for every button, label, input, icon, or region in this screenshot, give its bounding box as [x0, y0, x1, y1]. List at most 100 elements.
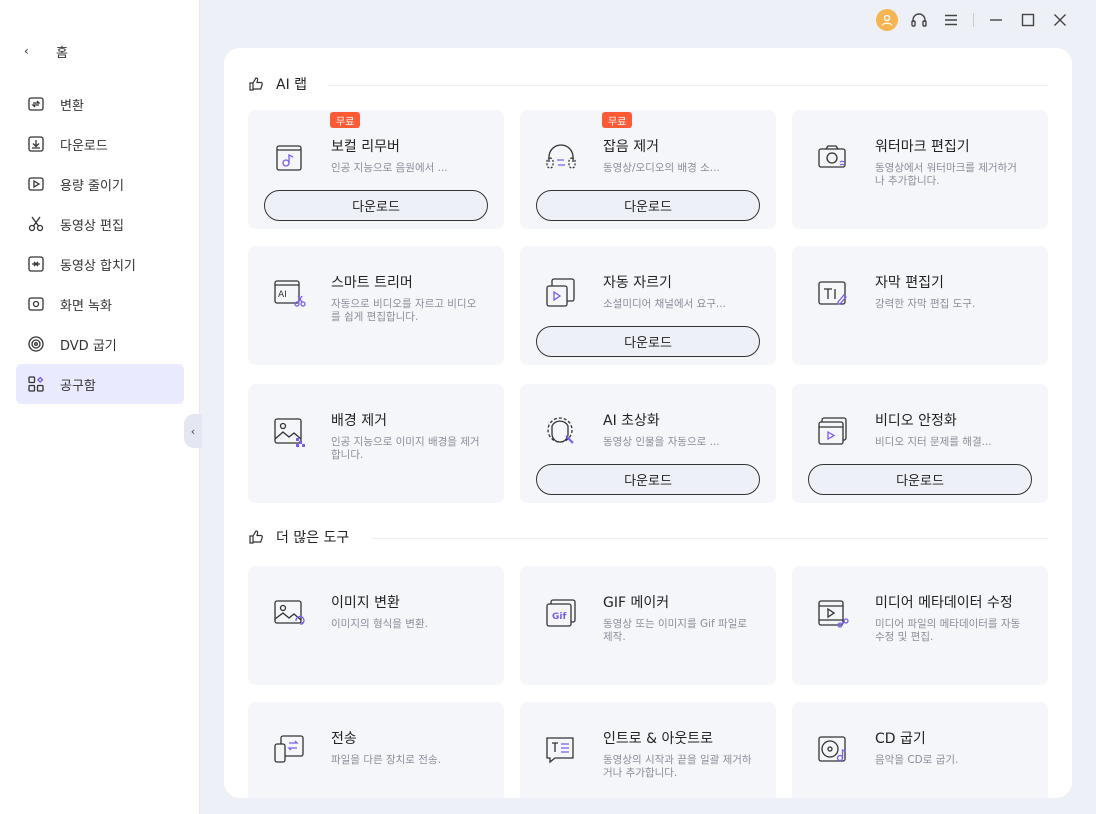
section-more-tools: 더 많은 도구 — [248, 527, 349, 547]
close-button[interactable] — [1044, 8, 1076, 32]
account-button[interactable] — [871, 8, 903, 32]
card-title: 배경 제거 — [331, 413, 387, 429]
avatar — [876, 9, 898, 31]
metadata-icon — [818, 600, 849, 628]
card-metadata-fixer[interactable]: 미디어 메타데이터 수정 미디어 파일의 메타데이터를 자동 수정 및 편집. — [792, 566, 1048, 685]
sidebar-item-video-edit[interactable]: 동영상 편집 — [16, 204, 184, 244]
download-button[interactable]: 다운로드 — [264, 190, 488, 221]
collapse-sidebar-button[interactable]: ‹ — [184, 414, 202, 448]
card-description: 비디오 지터 문제를 해결... — [875, 436, 992, 448]
support-button[interactable] — [903, 8, 935, 32]
headset-icon — [911, 13, 927, 27]
section-divider — [328, 85, 1048, 86]
card-title: 스마트 트리머 — [331, 275, 413, 291]
portrait-icon — [547, 417, 574, 444]
sidebar-item-label: 동영상 편집 — [60, 218, 124, 234]
ai-trim-icon: AI — [274, 280, 306, 307]
svg-text:Gif: Gif — [552, 612, 566, 622]
section-ai-lab: AI 랩 — [248, 74, 307, 94]
card-ai-portrait[interactable]: AI 초상화 동영상 인물을 자동으로 ... 다운로드 — [520, 384, 776, 503]
thumbs-up-icon — [249, 77, 263, 91]
download-button[interactable]: 다운로드 — [536, 326, 760, 357]
subtitle-icon — [818, 281, 847, 305]
sidebar-item-merge[interactable]: 동영상 합치기 — [16, 244, 184, 284]
card-image-converter[interactable]: 이미지 변환 이미지의 형식을 변환. — [248, 566, 504, 685]
card-title: 인트로 & 아웃트로 — [603, 731, 713, 747]
sidebar-item-label: 공구함 — [60, 378, 96, 394]
card-description: 파일을 다른 장치로 전송. — [331, 754, 441, 766]
download-icon — [26, 134, 46, 154]
toolbox-icon — [26, 374, 46, 394]
minimize-icon — [990, 19, 1002, 21]
toolbox-panel: AI 랩 무료 보컬 리무버 인공 지능으로 음원에서 ... 다운로드 무료 … — [224, 48, 1072, 798]
convert-icon — [26, 94, 46, 114]
stabilizer-icon — [818, 417, 847, 445]
maximize-button[interactable] — [1012, 8, 1044, 32]
card-subtitle-editor[interactable]: 자막 편집기 강력한 자막 편집 도구. — [792, 246, 1048, 365]
home-link[interactable]: ‹ 홈 — [24, 40, 68, 62]
card-description: 소셜미디어 채널에서 요구... — [603, 298, 726, 310]
intro-outro-icon — [546, 737, 574, 764]
card-description: 자동으로 비디오를 자르고 비디오를 쉽게 편집합니다. — [331, 298, 477, 323]
sidebar-item-dvd[interactable]: DVD 굽기 — [16, 324, 184, 364]
card-title: 전송 — [331, 731, 357, 747]
sidebar-item-label: DVD 굽기 — [60, 338, 117, 354]
compress-icon — [26, 174, 46, 194]
card-auto-crop[interactable]: 자동 자르기 소셜미디어 채널에서 요구... 다운로드 — [520, 246, 776, 365]
card-title: AI 초상화 — [603, 413, 660, 429]
card-title: 잡음 제거 — [603, 139, 659, 155]
card-cd-burner[interactable]: CD 굽기 음악을 CD로 굽기. — [792, 702, 1048, 798]
menu-icon — [945, 14, 957, 26]
card-title: 자막 편집기 — [875, 275, 944, 291]
card-description: 동영상 또는 이미지를 Gif 파일로 제작. — [603, 618, 748, 643]
sidebar-nav: 변환 다운로드 용량 줄이기 동영상 편집 동영상 합치기 화면 녹화 DVD … — [16, 84, 184, 404]
card-title: 자동 자르기 — [603, 275, 672, 291]
card-background-remover[interactable]: 배경 제거 인공 지능으로 이미지 배경을 제거합니다. — [248, 384, 504, 503]
cd-icon — [818, 736, 846, 762]
scissors-icon — [26, 214, 46, 234]
menu-button[interactable] — [935, 8, 967, 32]
close-icon — [1054, 14, 1066, 26]
auto-crop-icon — [546, 278, 575, 307]
maximize-icon — [1021, 13, 1035, 27]
card-vocal-remover[interactable]: 무료 보컬 리무버 인공 지능으로 음원에서 ... 다운로드 — [248, 110, 504, 229]
card-description: 강력한 자막 편집 도구. — [875, 298, 976, 310]
card-description: 동영상 인물을 자동으로 ... — [603, 436, 720, 448]
download-button[interactable]: 다운로드 — [536, 190, 760, 221]
card-title: 미디어 메타데이터 수정 — [875, 595, 1013, 611]
card-title: 이미지 변환 — [331, 595, 400, 611]
card-description: 동영상의 시작과 끝을 일괄 제거하거나 추가합니다. — [603, 754, 752, 779]
sidebar-item-label: 화면 녹화 — [60, 298, 112, 314]
home-label: 홈 — [56, 45, 68, 61]
card-watermark-editor[interactable]: 워터마크 편집기 동영상에서 워터마크를 제거하거나 추가합니다. — [792, 110, 1048, 229]
card-title: 비디오 안정화 — [875, 413, 957, 429]
sidebar-item-toolbox[interactable]: 공구함 — [16, 364, 184, 404]
sidebar-item-compress[interactable]: 용량 줄이기 — [16, 164, 184, 204]
section-title-text: 더 많은 도구 — [276, 530, 350, 546]
camera-icon — [818, 145, 846, 168]
sidebar-item-convert[interactable]: 변환 — [16, 84, 184, 124]
card-smart-trimmer[interactable]: AI 스마트 트리머 자동으로 비디오를 자르고 비디오를 쉽게 편집합니다. — [248, 246, 504, 365]
gif-icon: Gif — [546, 599, 576, 627]
card-noise-remover[interactable]: 무료 잡음 제거 동영상/오디오의 배경 소... 다운로드 — [520, 110, 776, 229]
sidebar-item-download[interactable]: 다운로드 — [16, 124, 184, 164]
card-gif-maker[interactable]: Gif GIF 메이커 동영상 또는 이미지를 Gif 파일로 제작. — [520, 566, 776, 685]
disc-icon — [26, 334, 46, 354]
card-description: 이미지의 형식을 변환. — [331, 618, 428, 630]
headphones-icon — [546, 144, 576, 169]
download-button[interactable]: 다운로드 — [808, 464, 1032, 495]
card-title: 보컬 리무버 — [331, 139, 400, 155]
card-transfer[interactable]: 전송 파일을 다른 장치로 전송. — [248, 702, 504, 798]
vocal-remover-icon — [276, 145, 302, 171]
minimize-button[interactable] — [980, 8, 1012, 32]
card-description: 동영상/오디오의 배경 소... — [603, 162, 720, 174]
card-video-stabilizer[interactable]: 비디오 안정화 비디오 지터 문제를 해결... 다운로드 — [792, 384, 1048, 503]
sidebar: ‹ 홈 변환 다운로드 용량 줄이기 동영상 편집 동영상 합치기 화면 녹화 … — [0, 0, 200, 814]
thumbs-up-icon — [249, 530, 263, 544]
image-convert-icon — [274, 600, 305, 625]
download-button[interactable]: 다운로드 — [536, 464, 760, 495]
sidebar-item-screen-record[interactable]: 화면 녹화 — [16, 284, 184, 324]
screen-record-icon — [26, 294, 46, 314]
titlebar-divider — [973, 13, 974, 27]
card-intro-outro[interactable]: 인트로 & 아웃트로 동영상의 시작과 끝을 일괄 제거하거나 추가합니다. — [520, 702, 776, 798]
